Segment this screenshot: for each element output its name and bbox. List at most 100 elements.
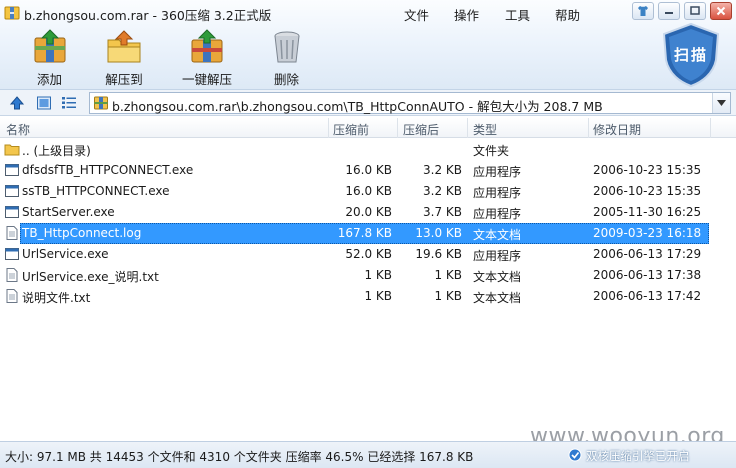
- address-toolbar: b.zhongsou.com.rar\b.zhongsou.com\TB_Htt…: [0, 90, 736, 116]
- menu-tools[interactable]: 工具: [505, 5, 530, 24]
- engine-status-icon: [568, 448, 582, 462]
- menu-bar: 文件: [404, 5, 429, 24]
- close-button[interactable]: [710, 2, 732, 20]
- column-header-packed[interactable]: 压缩前: [333, 121, 369, 138]
- column-divider[interactable]: [710, 118, 711, 138]
- file-row-parent-dir[interactable]: .. (上级目录) 文件夹: [0, 139, 736, 160]
- file-row-selected[interactable]: TB_HttpConnect.log 167.8 KB 13.0 KB 文本文档…: [0, 223, 736, 244]
- scan-button[interactable]: 扫描: [660, 22, 722, 88]
- file-modified: 2006-10-23 15:35: [593, 163, 702, 177]
- file-name: UrlService.exe_说明.txt: [22, 270, 159, 284]
- address-path: b.zhongsou.com.rar\b.zhongsou.com\TB_Htt…: [112, 99, 603, 114]
- file-type: 文本文档: [473, 291, 522, 305]
- file-size: 3.2 KB: [423, 163, 462, 177]
- file-name: .. (上级目录): [22, 144, 91, 158]
- window-title: b.zhongsou.com.rar - 360压缩 3.2正式版: [24, 8, 272, 23]
- file-row[interactable]: UrlService.exe 52.0 KB 19.6 KB 应用程序 2006…: [0, 244, 736, 265]
- file-type: 应用程序: [473, 186, 522, 200]
- file-type: 文本文档: [473, 228, 522, 242]
- extract-folder-icon: [107, 30, 141, 63]
- column-divider[interactable]: [588, 118, 589, 138]
- file-row[interactable]: ssTB_HTTPCONNECT.exe 16.0 KB 3.2 KB 应用程序…: [0, 181, 736, 202]
- file-size: 19.6 KB: [415, 247, 462, 261]
- file-row[interactable]: 说明文件.txt 1 KB 1 KB 文本文档 2006-06-13 17:42: [0, 286, 736, 307]
- column-header-name[interactable]: 名称: [6, 121, 30, 138]
- file-packed: 16.0 KB: [345, 163, 392, 177]
- file-name: UrlService.exe: [22, 247, 109, 261]
- menu-operate[interactable]: 操作: [454, 5, 479, 24]
- column-divider[interactable]: [467, 118, 468, 138]
- delete-label: 删除: [273, 72, 299, 87]
- column-header-size[interactable]: 压缩后: [403, 121, 439, 138]
- scan-label: 扫描: [673, 46, 708, 64]
- file-packed: 52.0 KB: [345, 247, 392, 261]
- main-toolbar: 添加 解压到 一键解压 删除: [18, 28, 326, 88]
- one-click-extract-label: 一键解压: [181, 72, 232, 87]
- file-packed: 20.0 KB: [345, 205, 392, 219]
- file-packed: 167.8 KB: [337, 226, 392, 240]
- shirt-icon: [638, 6, 648, 16]
- file-type: 应用程序: [473, 165, 522, 179]
- maximize-button[interactable]: [684, 2, 706, 20]
- file-modified: 2006-06-13 17:29: [593, 247, 702, 261]
- address-field[interactable]: b.zhongsou.com.rar\b.zhongsou.com\TB_Htt…: [89, 92, 731, 114]
- up-arrow-icon[interactable]: [9, 95, 25, 111]
- file-packed: 1 KB: [364, 289, 392, 303]
- status-bar: 大小: 97.1 MB 共 14453 个文件和 4310 个文件夹 压缩率 4…: [0, 441, 736, 468]
- extract-to-button[interactable]: 解压到: [89, 28, 159, 88]
- file-size: 3.2 KB: [423, 184, 462, 198]
- exe-icon: [5, 248, 19, 260]
- file-type: 文本文档: [473, 270, 522, 284]
- file-name: StartServer.exe: [22, 205, 115, 219]
- address-dropdown-button[interactable]: [712, 93, 730, 113]
- file-type: 文件夹: [473, 144, 510, 158]
- column-divider[interactable]: [328, 118, 329, 138]
- one-click-extract-icon: [191, 29, 223, 63]
- file-type: 应用程序: [473, 249, 522, 263]
- file-modified: 2009-03-23 16:18: [593, 226, 702, 240]
- menu-group-4: 帮助: [555, 5, 580, 24]
- text-file-icon: [6, 226, 18, 240]
- add-button[interactable]: 添加: [18, 28, 81, 88]
- file-row[interactable]: UrlService.exe_说明.txt 1 KB 1 KB 文本文档 200…: [0, 265, 736, 286]
- app-window: b.zhongsou.com.rar - 360压缩 3.2正式版 文件 操作 …: [0, 0, 736, 468]
- menu-group-3: 工具: [505, 5, 530, 24]
- one-click-extract-button[interactable]: 一键解压: [167, 28, 247, 88]
- large-icon-view-icon[interactable]: [36, 95, 52, 111]
- file-size: 1 KB: [434, 289, 462, 303]
- exe-icon: [5, 164, 19, 176]
- file-row[interactable]: StartServer.exe 20.0 KB 3.7 KB 应用程序 2005…: [0, 202, 736, 223]
- file-type: 应用程序: [473, 207, 522, 221]
- window-controls: [632, 2, 732, 20]
- dual-engine-status: 双核压缩引擎已开启: [586, 449, 690, 463]
- file-name: 说明文件.txt: [22, 291, 91, 305]
- skin-button[interactable]: [632, 2, 654, 20]
- minimize-icon: [665, 12, 673, 14]
- delete-button[interactable]: 删除: [255, 28, 318, 88]
- exe-icon: [5, 206, 19, 218]
- column-header-modified[interactable]: 修改日期: [593, 121, 641, 138]
- minimize-button[interactable]: [658, 2, 680, 20]
- chevron-down-icon: [717, 100, 726, 106]
- file-packed: 1 KB: [364, 268, 392, 282]
- list-view-icon[interactable]: [61, 95, 77, 111]
- title-and-toolbar: b.zhongsou.com.rar - 360压缩 3.2正式版 文件 操作 …: [0, 0, 736, 90]
- file-modified: 2006-06-13 17:42: [593, 289, 702, 303]
- app-logo-icon: [4, 6, 20, 20]
- status-summary: 大小: 97.1 MB 共 14453 个文件和 4310 个文件夹 压缩率 4…: [5, 450, 474, 464]
- column-divider[interactable]: [397, 118, 398, 138]
- extract-to-label: 解压到: [105, 72, 143, 87]
- text-file-icon: [6, 268, 18, 282]
- file-name: dfsdsfTB_HTTPCONNECT.exe: [22, 163, 194, 177]
- archive-icon: [94, 96, 108, 110]
- menu-group-2: 操作: [454, 5, 479, 24]
- add-label: 添加: [36, 72, 62, 87]
- file-modified: 2005-11-30 16:25: [593, 205, 702, 219]
- file-row[interactable]: dfsdsfTB_HTTPCONNECT.exe 16.0 KB 3.2 KB …: [0, 160, 736, 181]
- menu-file[interactable]: 文件: [404, 5, 429, 24]
- file-name: ssTB_HTTPCONNECT.exe: [22, 184, 170, 198]
- maximize-icon: [690, 6, 700, 15]
- column-header-type[interactable]: 类型: [473, 121, 497, 138]
- file-size: 3.7 KB: [423, 205, 462, 219]
- menu-help[interactable]: 帮助: [555, 5, 580, 24]
